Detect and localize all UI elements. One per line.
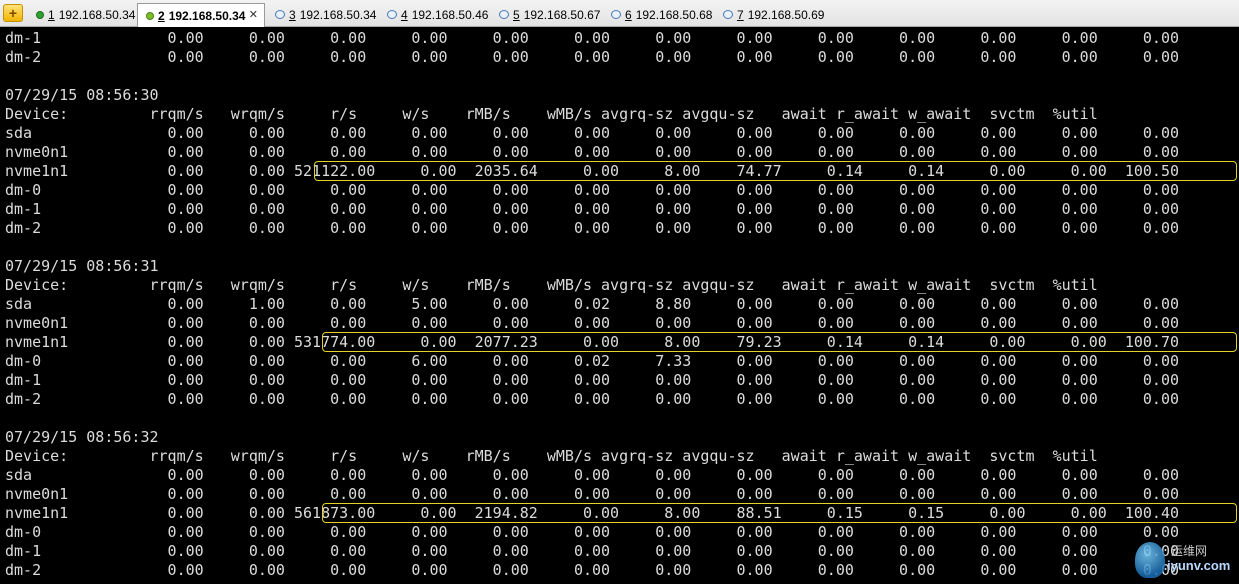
terminal-line: dm-0 0.00 0.00 0.00 0.00 0.00 0.00 0.00 … — [5, 181, 1179, 199]
tab-number: 7 — [737, 7, 744, 22]
tab-3[interactable]: 3 192.168.50.34 — [267, 3, 377, 26]
tab-number: 4 — [401, 7, 408, 22]
tab-label: 192.168.50.68 — [635, 7, 713, 22]
timestamp-line: 07/29/15 08:56:32 — [5, 428, 159, 446]
tab-4[interactable]: 4 192.168.50.46 — [379, 3, 489, 26]
chat-bubble-icon — [387, 10, 397, 19]
watermark-text: 运维网 — [1171, 544, 1208, 558]
status-dot-icon — [36, 10, 44, 19]
tab-label: 192.168.50.69 — [747, 7, 825, 22]
terminal-line: nvme0n1 0.00 0.00 0.00 0.00 0.00 0.00 0.… — [5, 314, 1179, 332]
tab-label: 192.168.50.34 — [58, 7, 136, 22]
status-dot-icon — [146, 11, 154, 20]
column-header-line: Device: rrqm/s wrqm/s r/s w/s rMB/s wMB/… — [5, 447, 1098, 465]
terminal-line: dm-2 0.00 0.00 0.00 0.00 0.00 0.00 0.00 … — [5, 48, 1179, 66]
terminal-line: dm-0 0.00 0.00 0.00 0.00 0.00 0.00 0.00 … — [5, 523, 1179, 541]
tab-number: 2 — [158, 8, 165, 23]
tab-label: 192.168.50.34 — [299, 7, 377, 22]
terminal-line: dm-2 0.00 0.00 0.00 0.00 0.00 0.00 0.00 … — [5, 219, 1179, 237]
tab-number: 6 — [625, 7, 632, 22]
terminal-line: dm-0 0.00 0.00 0.00 6.00 0.00 0.02 7.33 … — [5, 352, 1179, 370]
tab-number: 1 — [48, 7, 55, 22]
timestamp-line: 07/29/15 08:56:31 — [5, 257, 159, 275]
watermark-url: iyunv.com — [1167, 558, 1231, 573]
terminal-line: sda 0.00 0.00 0.00 0.00 0.00 0.00 0.00 0… — [5, 124, 1179, 142]
terminal-line: nvme0n1 0.00 0.00 0.00 0.00 0.00 0.00 0.… — [5, 143, 1179, 161]
tab-bar: + 1 192.168.50.34 2 192.168.50.34 ✕ 3 19… — [0, 0, 1239, 27]
timestamp-line: 07/29/15 08:56:30 — [5, 86, 159, 104]
chat-bubble-icon — [723, 10, 733, 19]
plus-icon: + — [8, 5, 18, 21]
highlight-box — [322, 503, 1237, 523]
terminal-line: dm-2 0.00 0.00 0.00 0.00 0.00 0.00 0.00 … — [5, 390, 1179, 408]
tab-1[interactable]: 1 192.168.50.34 — [28, 3, 136, 26]
close-tab-icon[interactable]: ✕ — [249, 8, 258, 21]
chat-bubble-icon — [499, 10, 509, 19]
column-header-line: Device: rrqm/s wrqm/s r/s w/s rMB/s wMB/… — [5, 105, 1098, 123]
new-tab-button[interactable]: + — [3, 4, 23, 22]
chat-bubble-icon — [611, 10, 621, 19]
highlight-box — [314, 161, 1237, 181]
tab-label: 192.168.50.67 — [523, 7, 601, 22]
tab-label: 192.168.50.46 — [411, 7, 489, 22]
tab-5[interactable]: 5 192.168.50.67 — [491, 3, 601, 26]
tab-7[interactable]: 7 192.168.50.69 — [715, 3, 825, 26]
chat-bubble-icon — [275, 10, 285, 19]
terminal-output[interactable]: dm-1 0.00 0.00 0.00 0.00 0.00 0.00 0.00 … — [0, 27, 1239, 584]
terminal-line: nvme0n1 0.00 0.00 0.00 0.00 0.00 0.00 0.… — [5, 485, 1179, 503]
terminal-line: dm-1 0.00 0.00 0.00 0.00 0.00 0.00 0.00 … — [5, 200, 1179, 218]
tab-2[interactable]: 2 192.168.50.34 ✕ — [137, 3, 265, 27]
tab-number: 3 — [289, 7, 296, 22]
tab-label: 192.168.50.34 — [168, 8, 246, 23]
watermark-logo-icon — [1135, 542, 1165, 578]
terminal-line: sda 0.00 0.00 0.00 0.00 0.00 0.00 0.00 0… — [5, 466, 1179, 484]
terminal-line: dm-1 0.00 0.00 0.00 0.00 0.00 0.00 0.00 … — [5, 542, 1179, 560]
tab-6[interactable]: 6 192.168.50.68 — [603, 3, 713, 26]
tab-number: 5 — [513, 7, 520, 22]
terminal-line: dm-1 0.00 0.00 0.00 0.00 0.00 0.00 0.00 … — [5, 371, 1179, 389]
column-header-line: Device: rrqm/s wrqm/s r/s w/s rMB/s wMB/… — [5, 276, 1098, 294]
watermark: 运维网 iyunv.com — [1133, 540, 1233, 580]
terminal-line: dm-1 0.00 0.00 0.00 0.00 0.00 0.00 0.00 … — [5, 29, 1179, 47]
terminal-line: dm-2 0.00 0.00 0.00 0.00 0.00 0.00 0.00 … — [5, 561, 1179, 579]
highlight-box — [322, 332, 1237, 352]
terminal-line: sda 0.00 1.00 0.00 5.00 0.00 0.02 8.80 0… — [5, 295, 1179, 313]
